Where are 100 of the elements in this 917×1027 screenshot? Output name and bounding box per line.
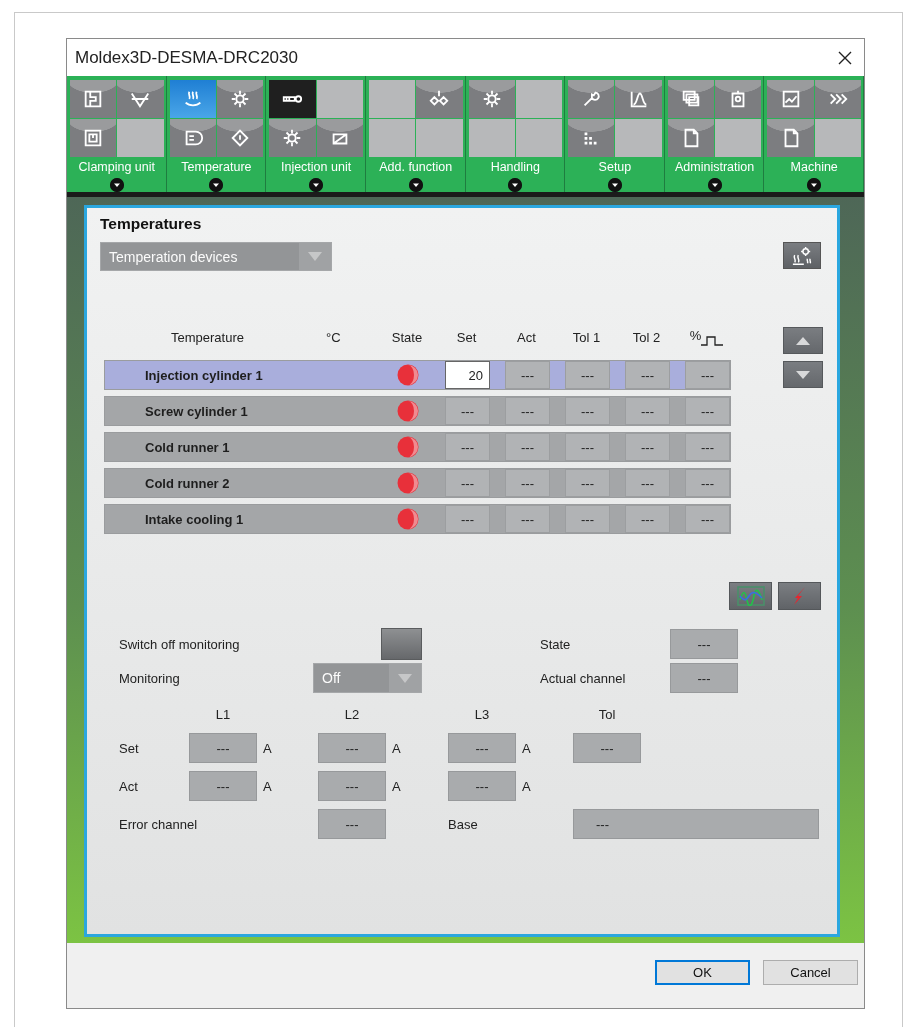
field-label: Error channel bbox=[119, 816, 199, 832]
table-row[interactable]: Injection cylinder 1 20 --- --- --- --- bbox=[104, 360, 731, 390]
table-cell: --- bbox=[625, 433, 670, 461]
toolbar-group-label[interactable]: Temperature bbox=[169, 159, 264, 176]
column-header: °C bbox=[326, 329, 341, 345]
value-field: --- bbox=[573, 809, 819, 839]
column-header: Tol 1 bbox=[571, 329, 602, 345]
dropdown-icon[interactable] bbox=[607, 178, 622, 192]
value-field: --- bbox=[670, 629, 738, 659]
table-cell: --- bbox=[445, 433, 490, 461]
value-field: --- bbox=[189, 733, 257, 763]
table-cell: --- bbox=[565, 397, 610, 425]
table-cell: --- bbox=[565, 361, 610, 389]
toolbar-button[interactable] bbox=[269, 80, 316, 118]
table-cell: --- bbox=[505, 397, 550, 425]
table-cell: --- bbox=[505, 433, 550, 461]
unit-label: A bbox=[391, 778, 402, 794]
table-row[interactable]: Screw cylinder 1 --- --- --- --- --- bbox=[104, 396, 731, 426]
table-cell: --- bbox=[685, 397, 730, 425]
toolbar-group-label[interactable]: Clamping unit bbox=[70, 159, 164, 176]
table-row[interactable]: Cold runner 2 --- --- --- --- --- bbox=[104, 468, 731, 498]
toolbar-group-label[interactable]: Add. function bbox=[368, 159, 463, 176]
status-icon bbox=[397, 400, 419, 422]
row-name: Cold runner 2 bbox=[144, 475, 231, 491]
caret-icon bbox=[398, 673, 412, 683]
dropdown-icon[interactable] bbox=[209, 178, 224, 192]
toolbar-group-label[interactable]: Setup bbox=[568, 159, 662, 176]
table-cell: --- bbox=[565, 433, 610, 461]
window-title: Moldex3D-DESMA-DRC2030 bbox=[75, 47, 298, 68]
toolbar-group-label[interactable]: Injection unit bbox=[269, 159, 363, 176]
table-cell: --- bbox=[625, 397, 670, 425]
column-header: Set bbox=[455, 329, 478, 345]
dialog-button[interactable]: OK bbox=[655, 960, 750, 985]
toolbar-group-label[interactable]: Administration bbox=[667, 159, 762, 176]
unit-label: A bbox=[391, 740, 402, 756]
settings-button[interactable] bbox=[783, 242, 821, 269]
table-cell: --- bbox=[505, 469, 550, 497]
value-field: --- bbox=[573, 733, 641, 763]
table-cell: --- bbox=[505, 361, 550, 389]
value-field: --- bbox=[189, 771, 257, 801]
column-header: Act bbox=[516, 329, 537, 345]
toolbar-group-label[interactable]: Handling bbox=[468, 159, 563, 176]
scroll-up-button[interactable] bbox=[783, 327, 823, 354]
column-header: Tol 2 bbox=[631, 329, 662, 345]
value-field: --- bbox=[448, 771, 516, 801]
status-icon bbox=[397, 508, 419, 530]
table-cell: --- bbox=[505, 505, 550, 533]
column-header: % bbox=[689, 328, 702, 343]
status-icon bbox=[397, 472, 419, 494]
toggle-button[interactable] bbox=[381, 628, 422, 660]
value-field: --- bbox=[448, 733, 516, 763]
field-label: Actual channel bbox=[540, 670, 627, 686]
dropdown-icon[interactable] bbox=[408, 178, 423, 192]
table-cell: --- bbox=[625, 469, 670, 497]
unit-label: A bbox=[262, 740, 273, 756]
up-arrow-icon bbox=[796, 336, 810, 345]
table-row[interactable]: Cold runner 1 --- --- --- --- --- bbox=[104, 432, 731, 462]
row-name: Injection cylinder 1 bbox=[144, 367, 264, 383]
table-cell: --- bbox=[625, 505, 670, 533]
dropdown-icon[interactable] bbox=[707, 178, 722, 192]
table-cell: --- bbox=[445, 397, 490, 425]
field-label: Set bbox=[119, 740, 140, 756]
column-header: L2 bbox=[343, 706, 361, 724]
table-cell: --- bbox=[685, 469, 730, 497]
unit-label: A bbox=[521, 778, 532, 794]
scroll-down-button[interactable] bbox=[783, 361, 823, 388]
close-icon[interactable] bbox=[838, 50, 852, 65]
column-header: L3 bbox=[473, 706, 491, 724]
field-label: Monitoring bbox=[119, 670, 181, 686]
field-label: Base bbox=[448, 816, 479, 832]
table-cell: --- bbox=[625, 361, 670, 389]
curve-button[interactable] bbox=[729, 582, 772, 610]
value-field: --- bbox=[670, 663, 738, 693]
table-row[interactable]: Intake cooling 1 --- --- --- --- --- bbox=[104, 504, 731, 534]
field-label: Act bbox=[119, 778, 139, 794]
column-header: State bbox=[390, 329, 424, 345]
heat-gear-icon bbox=[791, 245, 813, 266]
waveform-icon bbox=[736, 586, 765, 606]
dropdown-icon[interactable] bbox=[109, 178, 124, 192]
value-field: --- bbox=[318, 771, 386, 801]
row-name: Intake cooling 1 bbox=[144, 511, 245, 527]
input-field[interactable]: 20 bbox=[445, 361, 490, 389]
unit-label: A bbox=[521, 740, 532, 756]
dropdown-icon[interactable] bbox=[807, 178, 822, 192]
unit-label: A bbox=[262, 778, 273, 794]
value-field: --- bbox=[318, 733, 386, 763]
table-cell: --- bbox=[685, 505, 730, 533]
dropdown-icon[interactable] bbox=[508, 178, 523, 192]
table-cell: --- bbox=[685, 433, 730, 461]
value-field: --- bbox=[318, 809, 386, 839]
down-arrow-icon bbox=[796, 370, 810, 379]
toolbar-group-label[interactable]: Machine bbox=[767, 159, 861, 176]
table-cell: --- bbox=[445, 505, 490, 533]
dialog-button[interactable]: Cancel bbox=[763, 960, 858, 985]
pulse-icon bbox=[701, 334, 724, 346]
column-header: Tol bbox=[597, 706, 617, 724]
table-cell: --- bbox=[565, 505, 610, 533]
panel-title: Temperatures bbox=[100, 214, 203, 234]
dropdown-icon[interactable] bbox=[309, 178, 324, 192]
status-icon bbox=[397, 364, 419, 386]
